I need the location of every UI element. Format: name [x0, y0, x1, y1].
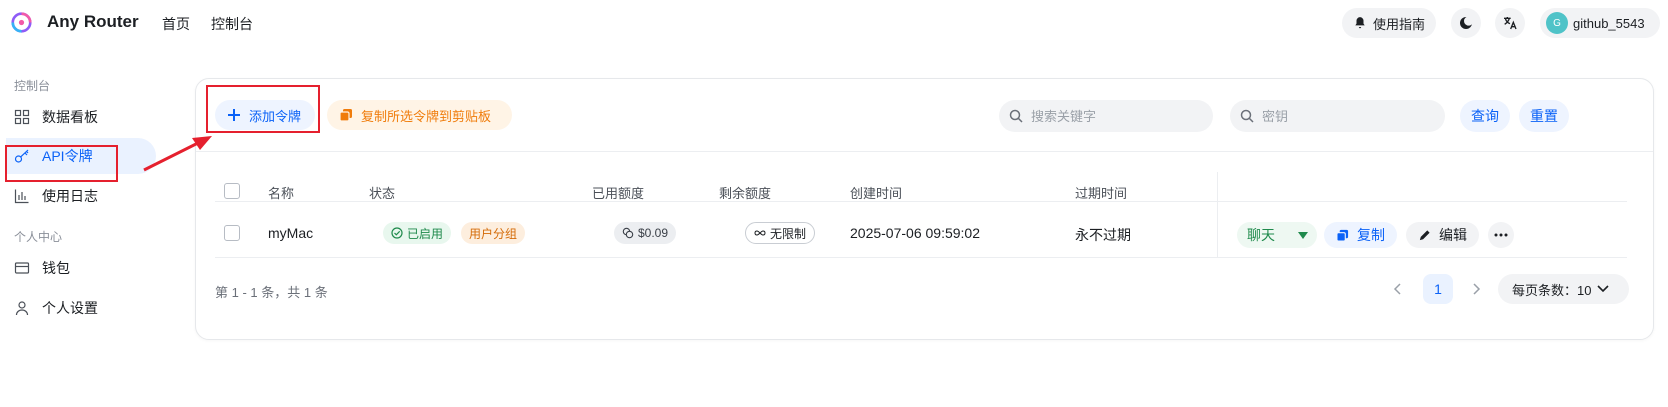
- toolbar-divider: [196, 151, 1653, 152]
- user-icon: [15, 301, 29, 316]
- remaining-quota-badge: 无限制: [745, 222, 816, 244]
- coins-icon: [622, 227, 634, 239]
- edit-token-label: 编辑: [1439, 227, 1467, 243]
- page-size-label: 每页条数：10: [1512, 282, 1592, 298]
- copy-selected-label: 复制所选令牌到剪贴板: [361, 108, 492, 124]
- username: github_5543: [1573, 15, 1645, 31]
- guide-label: 使用指南: [1372, 16, 1425, 32]
- page-number-current[interactable]: 1: [1423, 274, 1453, 304]
- sidebar-item-label: 使用日志: [42, 188, 98, 204]
- header-expires: 过期时间: [1075, 186, 1128, 201]
- key-icon: [14, 149, 29, 163]
- sidebar-item-label: 数据看板: [42, 109, 98, 125]
- wallet-icon: [14, 262, 30, 274]
- brand-name[interactable]: Any Router: [47, 12, 139, 32]
- guide-button[interactable]: 使用指南: [1342, 8, 1436, 38]
- header-remaining: 剩余额度: [719, 186, 772, 201]
- chat-button[interactable]: 聊天: [1237, 222, 1317, 248]
- status-label: 已启用: [407, 226, 444, 241]
- more-actions-button[interactable]: [1488, 222, 1514, 248]
- created-time: 2025-07-06 09:59:02: [850, 225, 980, 241]
- actions-column-separator: [1217, 172, 1218, 258]
- annotation-arrow-icon: [143, 136, 212, 172]
- header-status: 状态: [369, 186, 396, 201]
- query-button[interactable]: 查询: [1460, 100, 1510, 132]
- sidebar-item-label: API令牌: [42, 148, 93, 164]
- nav-home[interactable]: 首页: [162, 14, 190, 34]
- used-quota-badge: $0.09: [614, 222, 677, 244]
- expire-time: 永不过期: [1075, 227, 1131, 243]
- remaining-quota-value: 无限制: [770, 226, 807, 241]
- infinity-icon: [754, 230, 766, 236]
- nav-console[interactable]: 控制台: [211, 14, 253, 34]
- theme-toggle-button[interactable]: [1451, 8, 1481, 38]
- check-circle-icon: [391, 227, 403, 239]
- pencil-icon: [1419, 229, 1430, 240]
- page-size-select[interactable]: 每页条数：10: [1498, 274, 1629, 304]
- copy-token-button[interactable]: 复制: [1324, 222, 1397, 248]
- moon-icon: [1460, 16, 1474, 29]
- chevron-down-icon: [1597, 285, 1610, 293]
- header-name: 名称: [268, 186, 295, 201]
- chart-icon: [14, 189, 29, 204]
- sidebar-item-usage-logs[interactable]: 使用日志: [6, 178, 156, 214]
- sidebar-group-personal: 个人中心: [14, 230, 63, 244]
- token-name: myMac: [268, 225, 314, 241]
- sidebar-group-console: 控制台: [14, 79, 51, 93]
- pagination-summary: 第 1 - 1 条，共 1 条: [215, 285, 328, 300]
- chevron-left-icon: [1393, 283, 1401, 295]
- status-badge: 已启用: [383, 222, 452, 244]
- keyword-search-input[interactable]: [1031, 108, 1191, 124]
- sidebar-item-api-tokens[interactable]: API令牌: [6, 138, 156, 174]
- row-bottom-line: [215, 257, 1627, 258]
- edit-token-button[interactable]: 编辑: [1406, 222, 1479, 248]
- secret-search-input[interactable]: [1262, 108, 1422, 124]
- sidebar-item-label: 钱包: [42, 260, 70, 276]
- add-token-button[interactable]: 添加令牌: [215, 100, 315, 130]
- header-used: 已用额度: [592, 186, 645, 201]
- more-icon: [1494, 233, 1508, 237]
- translate-icon: [1504, 17, 1517, 30]
- sidebar-item-label: 个人设置: [42, 300, 98, 316]
- add-token-label: 添加令牌: [249, 108, 302, 124]
- user-menu-button[interactable]: G github_5543: [1540, 8, 1660, 38]
- next-page-button[interactable]: [1468, 280, 1486, 298]
- copy-icon: [1336, 229, 1349, 242]
- search-icon: [1240, 109, 1254, 123]
- header-created: 创建时间: [850, 186, 903, 201]
- language-button[interactable]: [1495, 8, 1525, 38]
- top-header: Any Router 首页 控制台 使用指南 G github_5543: [0, 0, 1668, 46]
- copy-selected-button[interactable]: 复制所选令牌到剪贴板: [327, 100, 512, 130]
- copy-token-label: 复制: [1357, 227, 1385, 243]
- copy-icon: [339, 109, 352, 122]
- used-quota-value: $0.09: [638, 226, 669, 240]
- caret-down-icon[interactable]: [1297, 230, 1309, 240]
- row-checkbox[interactable]: [224, 225, 240, 241]
- prev-page-button[interactable]: [1388, 280, 1406, 298]
- dashboard-icon: [14, 109, 30, 125]
- secret-search[interactable]: [1230, 100, 1445, 132]
- sidebar-item-settings[interactable]: 个人设置: [6, 290, 156, 326]
- group-badge: 用户分组: [461, 222, 526, 244]
- chevron-right-icon: [1473, 283, 1481, 295]
- group-label: 用户分组: [469, 226, 518, 241]
- select-all-checkbox[interactable]: [224, 183, 240, 199]
- sidebar-item-dashboard[interactable]: 数据看板: [6, 99, 156, 135]
- avatar: G: [1546, 12, 1568, 34]
- bell-icon: [1355, 17, 1365, 29]
- logo-icon[interactable]: [11, 12, 32, 33]
- chat-label: 聊天: [1247, 227, 1275, 243]
- plus-icon: [228, 109, 240, 121]
- sidebar-item-wallet[interactable]: 钱包: [6, 250, 156, 286]
- reset-button[interactable]: 重置: [1519, 100, 1569, 132]
- search-icon: [1009, 109, 1023, 123]
- header-row-line: [215, 201, 1627, 202]
- keyword-search[interactable]: [999, 100, 1213, 132]
